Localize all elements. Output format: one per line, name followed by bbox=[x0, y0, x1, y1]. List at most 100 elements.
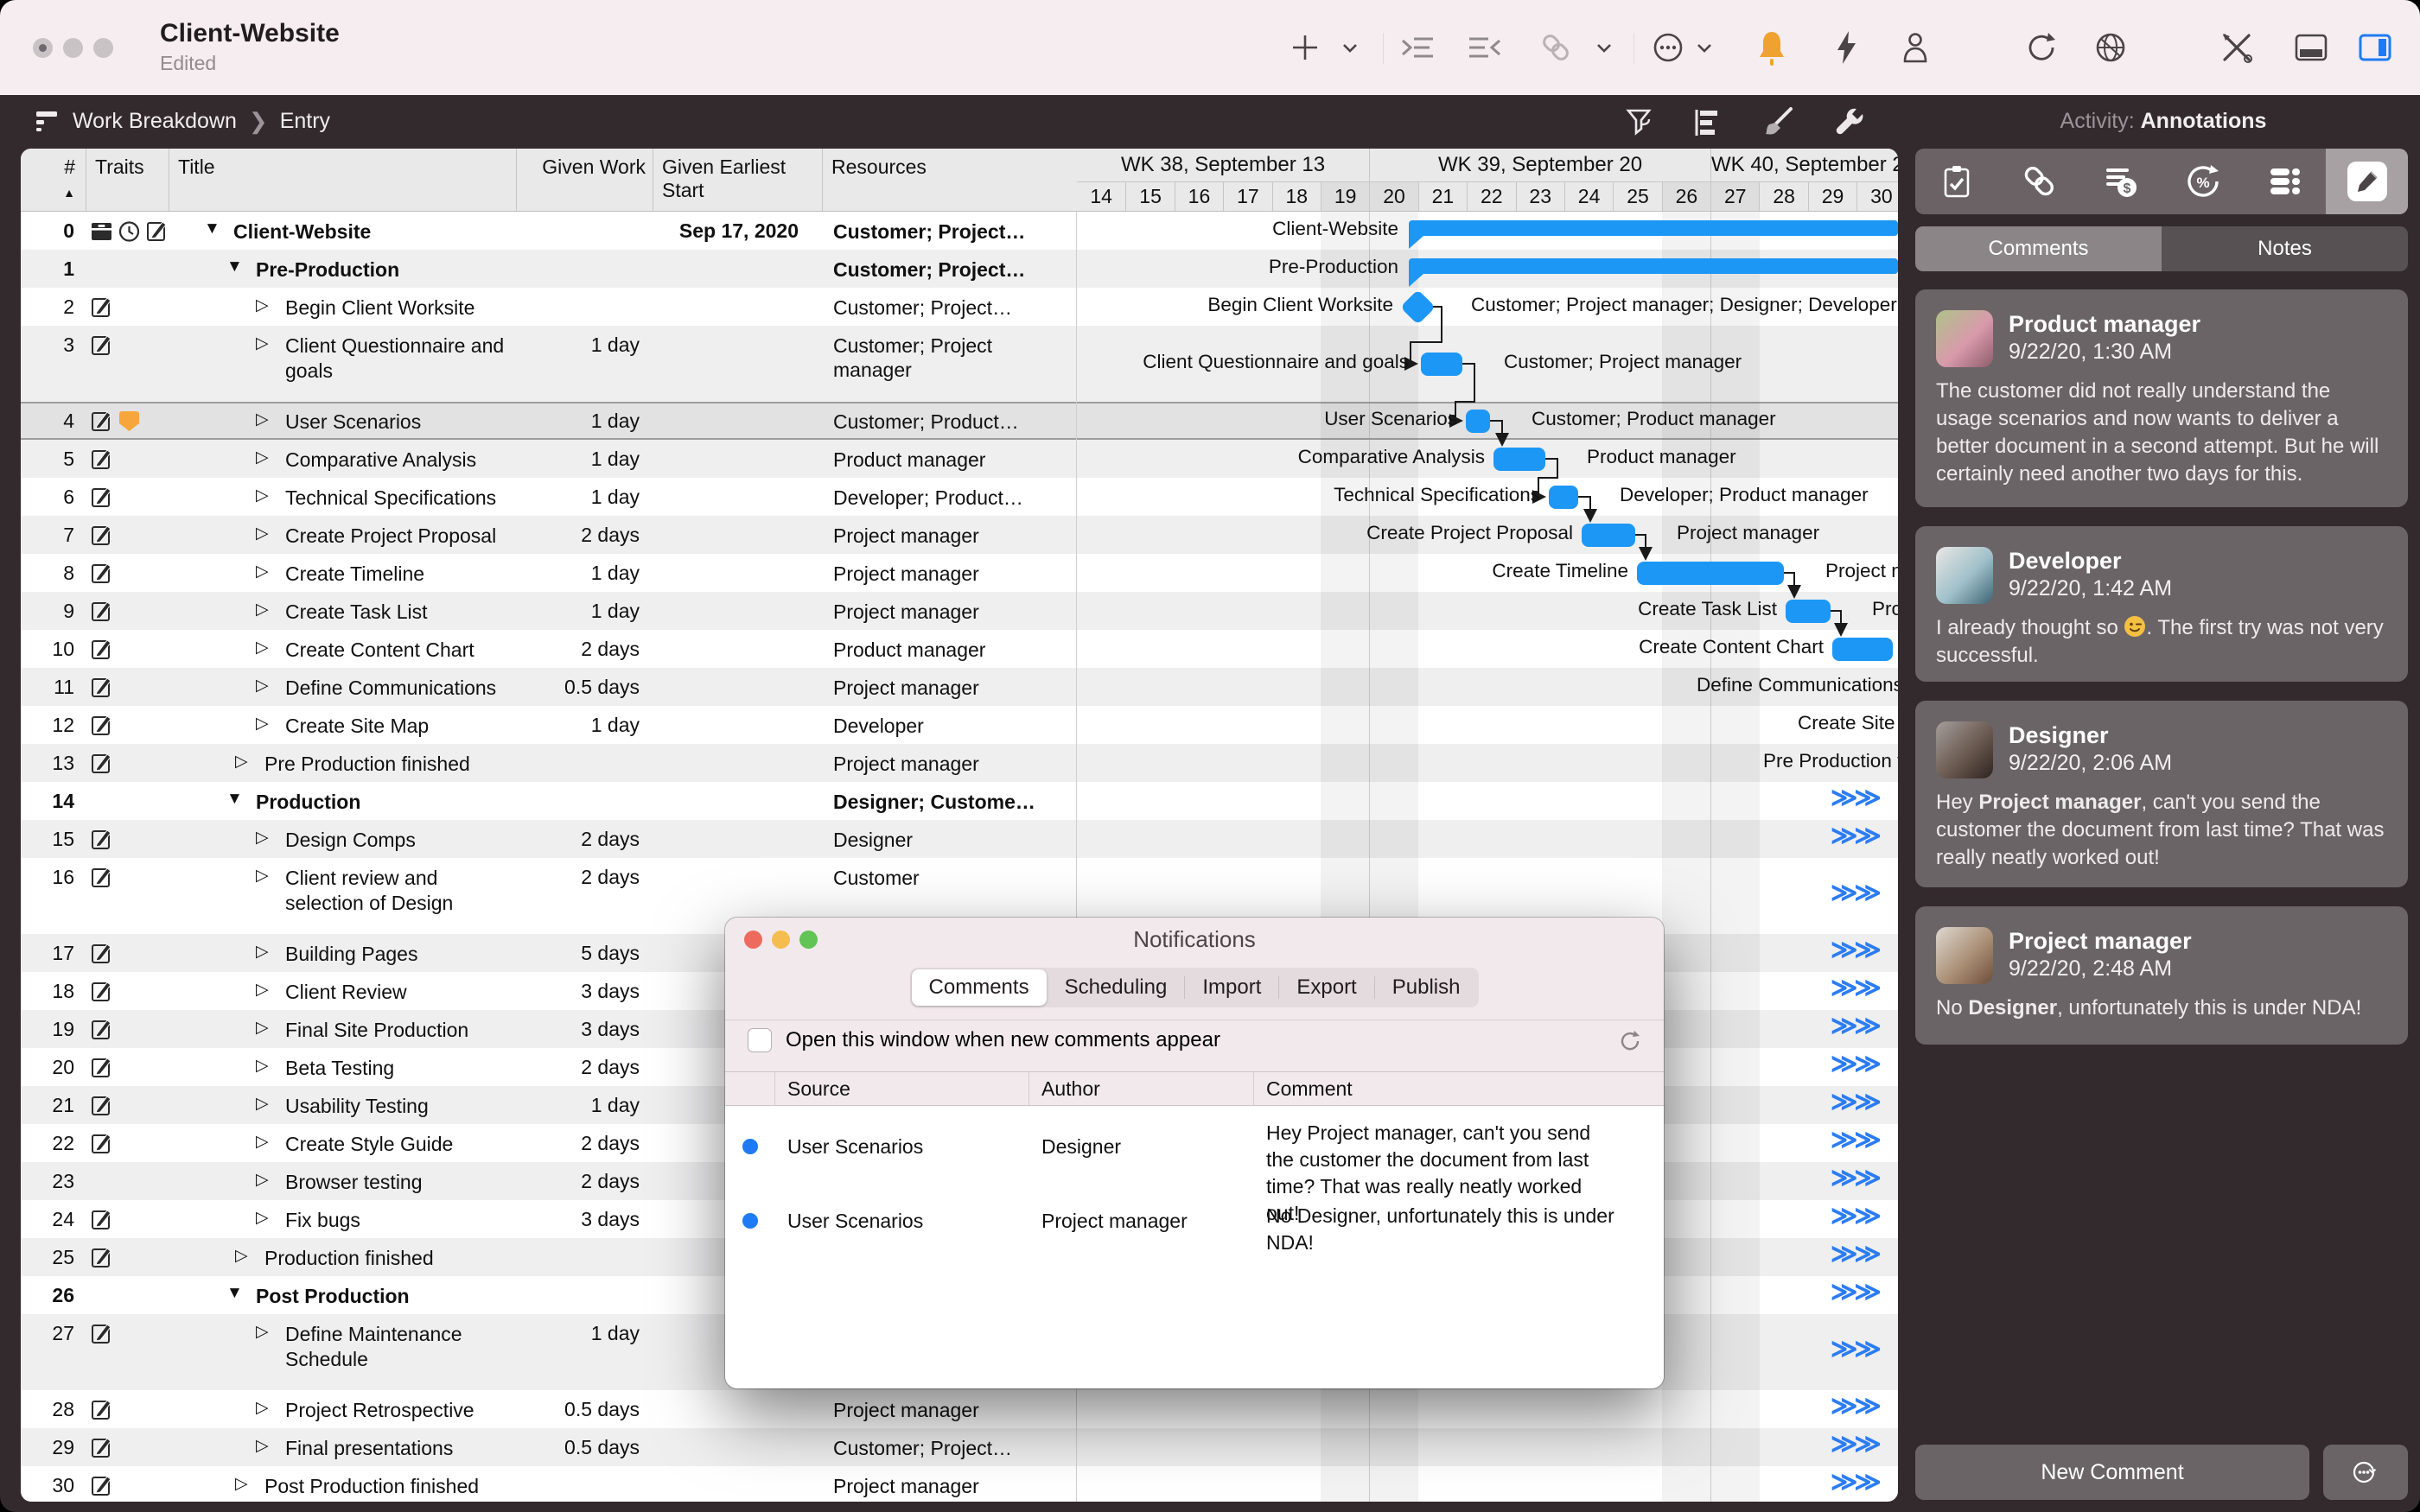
continuation-chevron-icon[interactable]: ≫≫ bbox=[1831, 973, 1878, 1003]
continuation-chevron-icon[interactable]: ≫≫ bbox=[1831, 1049, 1878, 1079]
continuation-chevron-icon[interactable]: ≫≫ bbox=[1831, 1334, 1878, 1364]
disclosure-closed-icon[interactable]: ▷ bbox=[256, 524, 269, 543]
task-title-cell[interactable]: ▷Production finished bbox=[169, 1238, 517, 1276]
comment-card[interactable]: Product manager9/22/20, 1:30 AMThe custo… bbox=[1915, 289, 2408, 507]
summary-bar[interactable] bbox=[1409, 258, 1898, 274]
settings-tools-icon[interactable] bbox=[2218, 29, 2256, 67]
minimize-window-button[interactable] bbox=[63, 38, 83, 58]
quick-action-bolt-icon[interactable] bbox=[1827, 29, 1865, 67]
continuation-chevron-icon[interactable]: ≫≫ bbox=[1831, 1429, 1878, 1459]
comment-card[interactable]: Designer9/22/20, 2:06 AMHey Project mana… bbox=[1915, 701, 2408, 887]
style-brush-icon[interactable] bbox=[1761, 105, 1796, 140]
dialog-tab-import[interactable]: Import bbox=[1185, 969, 1278, 1006]
task-title-cell[interactable]: ▷User Scenarios bbox=[169, 402, 517, 440]
disclosure-closed-icon[interactable]: ▷ bbox=[256, 334, 269, 353]
column-header-traits[interactable]: Traits bbox=[86, 149, 169, 211]
task-title-cell[interactable]: ▷Usability Testing bbox=[169, 1086, 517, 1124]
chevron-down-icon[interactable] bbox=[1692, 29, 1716, 67]
continuation-chevron-icon[interactable]: ≫≫ bbox=[1831, 783, 1878, 813]
task-bar[interactable] bbox=[1549, 486, 1578, 509]
dialog-tab-publish[interactable]: Publish bbox=[1375, 969, 1478, 1006]
task-bar[interactable] bbox=[1637, 562, 1784, 585]
column-header-resources[interactable]: Resources bbox=[823, 149, 1077, 211]
task-title-cell[interactable]: ▷Client Review bbox=[169, 972, 517, 1010]
disclosure-closed-icon[interactable]: ▷ bbox=[256, 1132, 269, 1152]
task-title-cell[interactable]: ▷Create Site Map bbox=[169, 706, 517, 744]
task-title-cell[interactable]: ▼Production bbox=[169, 782, 517, 820]
continuation-chevron-icon[interactable]: ≫≫ bbox=[1831, 1087, 1878, 1117]
disclosure-closed-icon[interactable]: ▷ bbox=[256, 1094, 269, 1114]
task-title-cell[interactable]: ▷Client review and selection of Design bbox=[169, 858, 517, 934]
comment-card[interactable]: Developer9/22/20, 1:42 AMI already thoug… bbox=[1915, 526, 2408, 682]
open-window-checkbox[interactable] bbox=[748, 1028, 772, 1052]
attach-link-icon[interactable] bbox=[1537, 29, 1575, 67]
continuation-chevron-icon[interactable]: ≫≫ bbox=[1831, 1125, 1878, 1155]
disclosure-closed-icon[interactable]: ▷ bbox=[256, 1208, 269, 1228]
tab-comments[interactable]: Comments bbox=[1915, 226, 2162, 271]
disclosure-closed-icon[interactable]: ▷ bbox=[235, 1474, 248, 1494]
chevron-down-icon[interactable] bbox=[1592, 29, 1616, 67]
tasks-clipboard-icon[interactable] bbox=[1915, 149, 1997, 214]
task-title-cell[interactable]: ▷Final Site Production bbox=[169, 1010, 517, 1048]
dialog-tab-export[interactable]: Export bbox=[1279, 969, 1373, 1006]
disclosure-closed-icon[interactable]: ▷ bbox=[256, 295, 269, 315]
column-header-number[interactable]: #▲ bbox=[21, 149, 86, 211]
dialog-column-comment[interactable]: Comment bbox=[1254, 1072, 1664, 1105]
task-title-cell[interactable]: ▷Client Questionnaire and goals bbox=[169, 326, 517, 402]
disclosure-open-icon[interactable]: ▼ bbox=[226, 257, 243, 276]
continuation-chevron-icon[interactable]: ≫≫ bbox=[1831, 1277, 1878, 1307]
disclosure-closed-icon[interactable]: ▷ bbox=[256, 714, 269, 734]
disclosure-closed-icon[interactable]: ▷ bbox=[256, 638, 269, 658]
disclosure-closed-icon[interactable]: ▷ bbox=[235, 752, 248, 772]
more-circle-icon[interactable] bbox=[1649, 29, 1687, 67]
continuation-chevron-icon[interactable]: ≫≫ bbox=[1831, 878, 1878, 908]
continuation-chevron-icon[interactable]: ≫≫ bbox=[1831, 821, 1878, 851]
continuation-chevron-icon[interactable]: ≫≫ bbox=[1831, 1163, 1878, 1193]
task-title-cell[interactable]: ▷Create Task List bbox=[169, 592, 517, 630]
tab-notes[interactable]: Notes bbox=[2162, 226, 2408, 271]
refresh-icon[interactable] bbox=[1617, 1028, 1643, 1054]
chevron-down-icon[interactable] bbox=[1338, 29, 1362, 67]
disclosure-closed-icon[interactable]: ▷ bbox=[256, 1436, 269, 1456]
disclosure-closed-icon[interactable]: ▷ bbox=[256, 448, 269, 467]
disclosure-closed-icon[interactable]: ▷ bbox=[256, 486, 269, 505]
disclosure-closed-icon[interactable]: ▷ bbox=[256, 1398, 269, 1418]
task-title-cell[interactable]: ▼Pre-Production bbox=[169, 250, 517, 288]
task-title-cell[interactable]: ▼Post Production bbox=[169, 1276, 517, 1314]
add-icon[interactable] bbox=[1286, 29, 1324, 67]
dialog-column-author[interactable]: Author bbox=[1029, 1072, 1254, 1105]
disclosure-closed-icon[interactable]: ▷ bbox=[256, 600, 269, 619]
network-globe-icon[interactable] bbox=[2092, 29, 2130, 67]
breadcrumb-mode[interactable]: Entry bbox=[280, 109, 330, 134]
task-title-cell[interactable]: ▷Fix bugs bbox=[169, 1200, 517, 1238]
new-comment-button[interactable]: New Comment bbox=[1915, 1445, 2309, 1500]
task-title-cell[interactable]: ▷Create Timeline bbox=[169, 554, 517, 592]
outline-icon[interactable] bbox=[1691, 105, 1725, 140]
adjust-wrench-icon[interactable] bbox=[1832, 105, 1867, 140]
task-title-cell[interactable]: ▷Project Retrospective bbox=[169, 1390, 517, 1428]
task-title-cell[interactable]: ▷Post Production finished bbox=[169, 1466, 517, 1502]
task-title-cell[interactable]: ▼Client-Website bbox=[169, 212, 517, 250]
outdent-icon[interactable] bbox=[1466, 29, 1504, 67]
task-bar[interactable] bbox=[1493, 448, 1545, 471]
task-title-cell[interactable]: ▷Define Communications bbox=[169, 668, 517, 706]
rows-icon[interactable] bbox=[2244, 149, 2326, 214]
task-title-cell[interactable]: ▷Begin Client Worksite bbox=[169, 288, 517, 326]
comment-options-button[interactable] bbox=[2323, 1445, 2408, 1500]
task-title-cell[interactable]: ▷Browser testing bbox=[169, 1162, 517, 1200]
panel-right-icon[interactable] bbox=[2356, 29, 2394, 67]
costs-icon[interactable]: $ bbox=[2079, 149, 2162, 214]
sync-icon[interactable] bbox=[2022, 29, 2060, 67]
disclosure-closed-icon[interactable]: ▷ bbox=[256, 1018, 269, 1038]
filter-funnel-icon[interactable] bbox=[1623, 105, 1658, 140]
task-bar[interactable] bbox=[1786, 600, 1831, 623]
breadcrumb-view[interactable]: Work Breakdown bbox=[73, 109, 237, 134]
summary-bar[interactable] bbox=[1409, 220, 1898, 236]
notifications-bell-icon[interactable] bbox=[1753, 29, 1791, 67]
disclosure-closed-icon[interactable]: ▷ bbox=[256, 942, 269, 962]
disclosure-closed-icon[interactable]: ▷ bbox=[256, 980, 269, 1000]
task-title-cell[interactable]: ▷Final presentations bbox=[169, 1428, 517, 1466]
task-title-cell[interactable]: ▷Define Maintenance Schedule bbox=[169, 1314, 517, 1390]
task-bar[interactable] bbox=[1832, 638, 1893, 661]
task-title-cell[interactable]: ▷Create Style Guide bbox=[169, 1124, 517, 1162]
